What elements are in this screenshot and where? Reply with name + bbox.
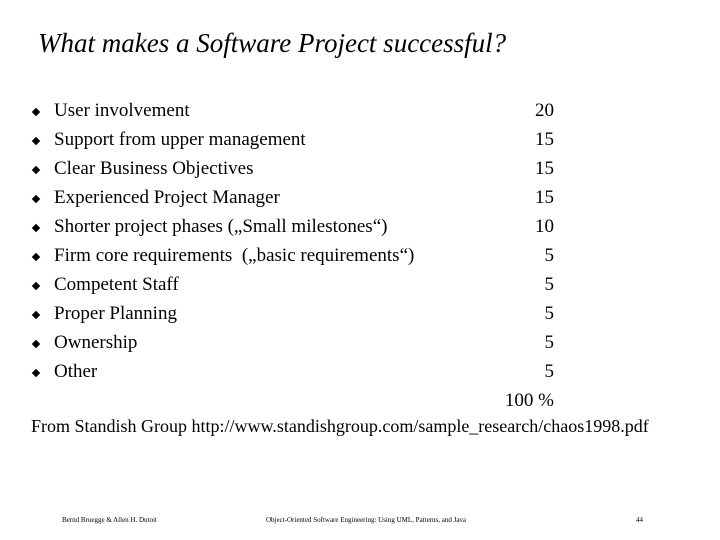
factor-label: Experienced Project Manager: [54, 187, 280, 208]
diamond-bullet-icon: [31, 357, 45, 386]
factor-label: Competent Staff: [54, 274, 179, 295]
list-item: Shorter project phases („Small milestone…: [0, 212, 720, 241]
list-item: Proper Planning 5: [0, 299, 720, 328]
factor-percentage: 5: [544, 274, 555, 295]
factor-label: Other: [54, 361, 98, 382]
list-item: Experienced Project Manager 15: [0, 183, 720, 212]
page-number: 44: [636, 516, 643, 524]
factor-percentage: 15: [535, 187, 554, 208]
success-factors-list: User involvement 20 Support from upper m…: [0, 96, 720, 386]
list-item: Other 5: [0, 357, 720, 386]
list-item: User involvement 20: [0, 96, 720, 125]
list-item: Ownership 5: [0, 328, 720, 357]
total-percentage: 100 %: [504, 390, 554, 411]
diamond-bullet-icon: [31, 125, 45, 154]
diamond-bullet-icon: [31, 96, 45, 125]
factor-percentage: 5: [544, 361, 555, 382]
factor-percentage: 5: [544, 303, 555, 324]
diamond-bullet-icon: [31, 183, 45, 212]
factor-percentage: 10: [535, 216, 554, 237]
factor-label: Proper Planning: [54, 303, 177, 324]
diamond-bullet-icon: [31, 328, 45, 357]
factor-percentage: 5: [544, 332, 555, 353]
list-item: Clear Business Objectives 15: [0, 154, 720, 183]
factor-label: User involvement: [54, 100, 190, 121]
list-item: Competent Staff 5: [0, 270, 720, 299]
diamond-bullet-icon: [31, 299, 45, 328]
footer-book-title: Object-Oriented Software Engineering: Us…: [266, 516, 467, 524]
footer-authors: Bernd Bruegge & Allen H. Dutoit: [62, 516, 157, 524]
list-item: Firm core requirements („basic requireme…: [0, 241, 720, 270]
diamond-bullet-icon: [31, 154, 45, 183]
list-item: Support from upper management 15: [0, 125, 720, 154]
factor-percentage: 20: [535, 100, 554, 121]
diamond-bullet-icon: [31, 212, 45, 241]
factor-percentage: 15: [535, 158, 554, 179]
factor-percentage: 5: [544, 245, 555, 266]
factor-label: Firm core requirements („basic requireme…: [54, 245, 415, 266]
source-citation: From Standish Group http://www.standishg…: [31, 416, 649, 436]
slide-title: What makes a Software Project successful…: [38, 28, 507, 58]
factor-percentage: 15: [535, 129, 554, 150]
factor-label: Clear Business Objectives: [54, 158, 254, 179]
factor-label: Ownership: [54, 332, 138, 353]
factor-label: Support from upper management: [54, 129, 306, 150]
diamond-bullet-icon: [31, 270, 45, 299]
diamond-bullet-icon: [31, 241, 45, 270]
factor-label: Shorter project phases („Small milestone…: [54, 216, 388, 237]
